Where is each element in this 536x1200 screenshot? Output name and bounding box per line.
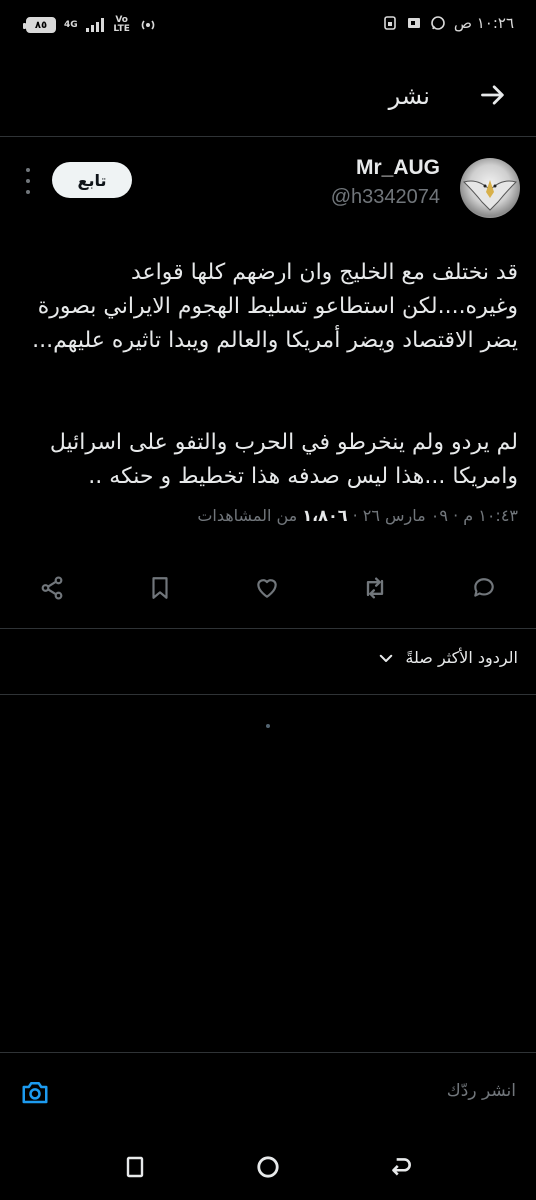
office-icon — [407, 18, 420, 28]
share-button[interactable] — [34, 570, 70, 606]
camera-icon — [22, 1082, 48, 1104]
sort-divider — [0, 694, 536, 695]
status-time: ١٠:٢٦ ص — [453, 14, 514, 32]
eagle-avatar-image — [463, 180, 517, 211]
tweet-paragraph: قد نختلف مع الخليج وان ارضهم كلها قواعد … — [32, 260, 518, 353]
recents-icon — [126, 1156, 144, 1178]
user-display-name[interactable]: Mr_AUG — [356, 156, 440, 180]
user-handle[interactable]: @h3342074 — [331, 186, 440, 209]
like-button[interactable] — [249, 570, 285, 606]
tweet-actions — [0, 570, 536, 610]
more-dot — [26, 168, 30, 172]
network-4g: 4G — [64, 19, 78, 30]
views-count: ١،٨٠٦ — [302, 506, 348, 525]
bookmark-button[interactable] — [142, 570, 178, 606]
tweet-paragraph: لم يردو ولم ينخرطو في الحرب والتفو على ا… — [49, 430, 518, 489]
status-right: ١٠:٢٦ ص — [382, 14, 514, 32]
back-nav-icon — [392, 1158, 411, 1176]
tweet-timestamp[interactable]: ١٠:٤٣ م · ٠٩ مارس ٢٦ · — [353, 506, 518, 525]
recents-button[interactable] — [120, 1152, 150, 1182]
home-circle-icon — [257, 1156, 279, 1178]
retweet-icon — [366, 577, 384, 599]
status-left: ٨٥ 4G Vo LTE — [23, 16, 156, 34]
arrow-right-icon — [481, 85, 504, 105]
tweet-text: قد نختلف مع الخليج وان ارضهم كلها قواعد … — [18, 222, 518, 528]
volte-label: Vo LTE — [113, 15, 130, 34]
share-icon — [41, 576, 63, 600]
more-options-button[interactable] — [22, 168, 34, 194]
hotspot-icon — [141, 20, 154, 30]
chevron-down-icon — [380, 654, 393, 662]
battery-indicator: ٨٥ — [23, 17, 56, 33]
views-label: من المشاهدات — [197, 506, 298, 525]
camera-button[interactable] — [18, 1075, 52, 1109]
sim-icon — [384, 16, 396, 30]
more-dot — [26, 190, 30, 194]
heart-icon — [257, 579, 277, 598]
home-button[interactable] — [253, 1152, 283, 1182]
network-type: 4G — [64, 19, 78, 30]
reply-input[interactable]: انشر ردّك — [447, 1081, 516, 1101]
bookmark-icon — [152, 577, 168, 599]
back-nav-button[interactable] — [386, 1152, 416, 1182]
replies-sort-dropdown[interactable]: الردود الأكثر صلةً — [377, 648, 518, 667]
whatsapp-icon — [431, 16, 445, 30]
page-title: نشر — [388, 82, 430, 110]
more-dot — [26, 179, 30, 183]
status-bar: ٨٥ 4G Vo LTE ١٠:٢٦ ص — [0, 0, 536, 52]
reply-composer: انشر ردّك — [0, 1052, 536, 1132]
reply-icon — [474, 578, 494, 597]
reply-button[interactable] — [466, 570, 502, 606]
loading-indicator — [266, 724, 270, 728]
follow-button[interactable]: تابع — [52, 162, 132, 198]
retweet-button[interactable] — [357, 570, 393, 606]
signal-icon — [85, 18, 104, 32]
tweet-meta: ١٠:٤٣ م · ٠٩ مارس ٢٦ · ١،٨٠٦ من المشاهدا… — [197, 506, 518, 525]
actions-divider — [0, 628, 536, 629]
back-button[interactable] — [476, 78, 510, 112]
avatar[interactable] — [460, 158, 520, 218]
header-divider — [0, 136, 536, 137]
volte-indicator: Vo LTE — [112, 16, 132, 34]
system-nav-bar — [0, 1140, 536, 1200]
replies-sort-label: الردود الأكثر صلةً — [405, 648, 518, 667]
battery-level: ٨٥ — [34, 19, 48, 31]
top-header: نشر — [0, 62, 536, 134]
